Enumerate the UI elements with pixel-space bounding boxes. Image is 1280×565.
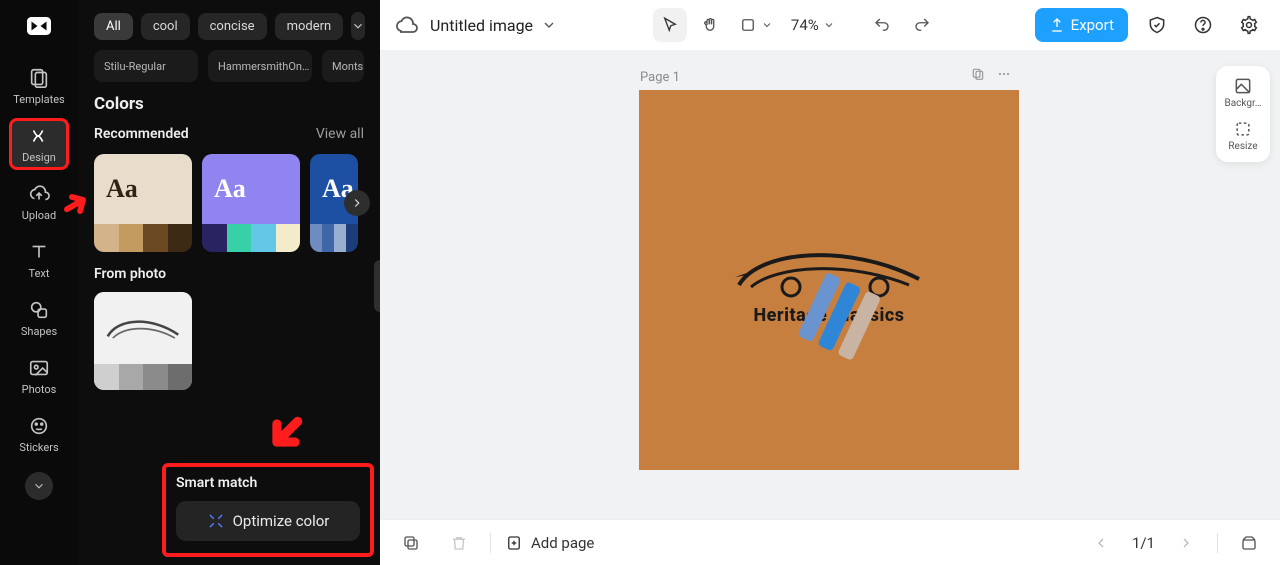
add-page-label: Add page [531,534,594,552]
redo-button[interactable] [905,8,939,42]
page-label: Page 1 [640,70,680,85]
add-page-button[interactable]: Add page [505,534,594,552]
page-more-icon[interactable] [996,66,1012,86]
recommended-heading: Recommended [94,126,189,142]
frame-tool[interactable] [733,16,779,34]
font-card[interactable]: Monts [322,50,364,82]
sidebar-item-templates[interactable]: Templates [9,60,69,112]
export-label: Export [1071,16,1114,34]
bottom-bar: Add page 1/1 [380,519,1280,565]
left-rail: Templates Design Upload Text Shapes Phot… [0,0,78,565]
resize-tool[interactable]: Resize [1228,119,1257,152]
smart-match-heading: Smart match [176,475,360,491]
hand-tool[interactable] [693,8,727,42]
rail-label: Templates [13,93,64,106]
color-swatch[interactable]: Aa [202,154,300,252]
rail-label: Upload [22,209,56,222]
color-swatch[interactable]: Aa [94,154,192,252]
annotation-arrow-icon [255,402,317,464]
from-photo-heading: From photo [94,266,364,282]
page-canvas[interactable]: Heritage Classics [639,90,1019,470]
rail-label: Stickers [19,441,58,454]
rail-label: Shapes [21,325,57,338]
tag-cool[interactable]: cool [141,13,190,40]
rail-more[interactable] [25,472,53,500]
sidebar-item-shapes[interactable]: Shapes [9,292,69,344]
help-icon[interactable] [1186,8,1220,42]
font-card[interactable]: HammersmithOn… [208,50,312,82]
rail-label: Design [22,151,56,164]
delete-icon[interactable] [442,526,476,560]
topbar: Untitled image 74% [380,0,1280,50]
swatches-scroll-right[interactable] [344,190,370,216]
shield-icon[interactable] [1140,8,1174,42]
chevron-down-icon [761,19,773,31]
colors-heading: Colors [94,94,364,114]
main-area: Untitled image 74% [380,0,1280,565]
background-tool[interactable]: Backgr… [1225,76,1262,109]
sidebar-item-stickers[interactable]: Stickers [9,408,69,460]
sidebar-item-design[interactable]: Design [9,118,69,170]
sidebar-item-photos[interactable]: Photos [9,350,69,402]
tool-label: Resize [1228,141,1257,152]
view-all-link[interactable]: View all [316,126,364,142]
rail-label: Text [29,267,50,280]
sidebar-item-text[interactable]: Text [9,234,69,286]
thumb-preview [94,292,192,364]
export-button[interactable]: Export [1035,8,1128,42]
undo-button[interactable] [865,8,899,42]
tag-concise[interactable]: concise [198,13,267,40]
separator [1217,533,1218,553]
cloud-sync-icon[interactable] [394,13,418,37]
cursor-tool[interactable] [653,8,687,42]
tag-modern[interactable]: modern [275,13,344,40]
duplicate-page-icon[interactable] [970,66,986,86]
page-count: 1/1 [1132,534,1155,552]
tag-row: All cool concise modern [94,12,364,40]
from-photo-thumb[interactable] [94,292,192,390]
zoom-value: 74% [791,16,819,34]
chevron-down-icon [541,17,557,33]
title-text: Untitled image [430,16,533,35]
settings-icon[interactable] [1232,8,1266,42]
optimize-color-button[interactable]: Optimize color [176,501,360,541]
design-panel: All cool concise modern Stilu-Regular Ha… [78,0,380,565]
color-swatches: Aa Aa Aa [94,154,364,252]
zoom-control[interactable]: 74% [785,16,841,34]
page-actions [970,66,1012,86]
font-card[interactable]: Stilu-Regular [94,50,198,82]
layers-icon[interactable] [394,526,428,560]
optimize-label: Optimize color [233,512,330,530]
canvas[interactable]: Page 1 Heritage Classics B [380,50,1280,519]
document-title[interactable]: Untitled image [430,16,557,35]
font-cards: Stilu-Regular HammersmithOn… Monts [94,50,364,82]
swatch-aa: Aa [94,154,192,224]
chevron-down-icon [823,19,835,31]
separator [490,533,491,553]
tag-more[interactable] [351,12,365,40]
smart-match-section: Smart match Optimize color [162,463,374,557]
app-logo[interactable] [7,6,71,46]
next-page[interactable] [1169,526,1203,560]
present-icon[interactable] [1232,526,1266,560]
canvas-tools-panel: Backgr… Resize [1216,66,1270,162]
swatch-aa: Aa [202,154,300,224]
rail-label: Photos [22,383,57,396]
tool-label: Backgr… [1225,98,1262,109]
tag-all[interactable]: All [94,13,133,40]
prev-page[interactable] [1084,526,1118,560]
